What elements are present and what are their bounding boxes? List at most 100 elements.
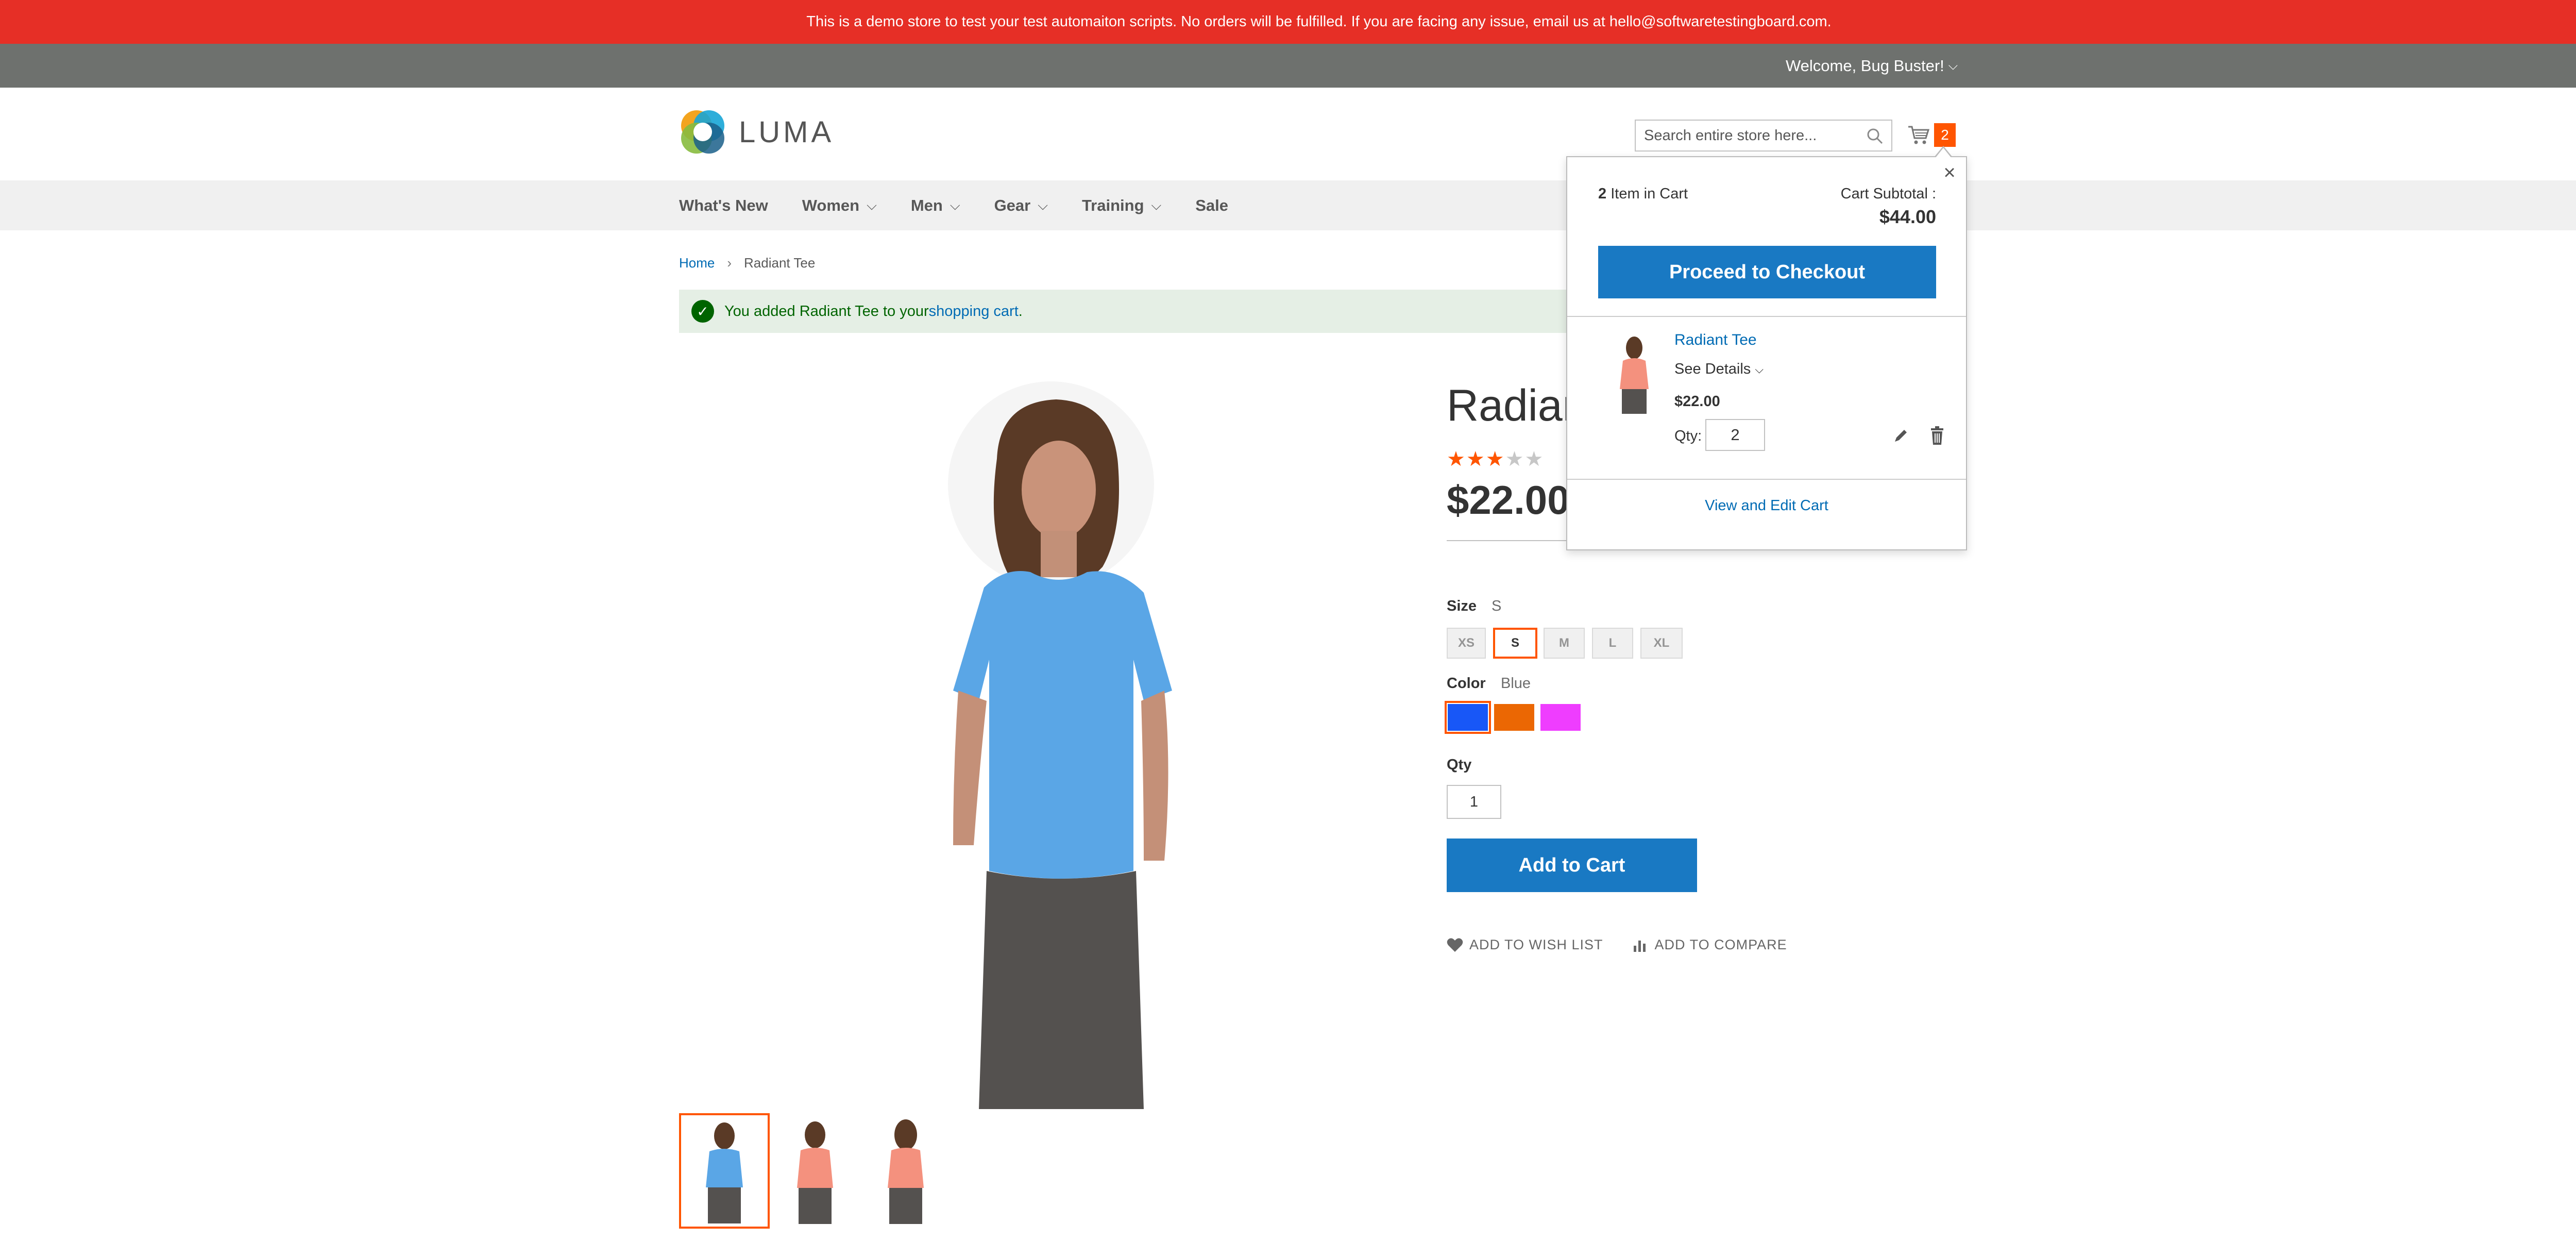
divider bbox=[1567, 479, 1966, 480]
star-empty-icon: ★ bbox=[1524, 448, 1544, 471]
see-details-toggle[interactable]: See Details ⌵ bbox=[1674, 361, 1764, 378]
size-option-label: XL bbox=[1653, 636, 1670, 650]
minicart-qty-value: 2 bbox=[1731, 426, 1740, 444]
compare-chart-icon bbox=[1633, 940, 1646, 952]
rating-stars: ★ ★ ★ ★ ★ bbox=[1447, 447, 1544, 471]
add-to-wishlist-label: ADD TO WISH LIST bbox=[1469, 937, 1603, 952]
nav-item-whats-new[interactable]: What's New bbox=[679, 196, 768, 215]
welcome-text: Welcome, Bug Buster! bbox=[1785, 56, 1944, 75]
cart-subtotal-amount: $44.00 bbox=[1879, 206, 1936, 227]
nav-item-label: Men bbox=[910, 196, 943, 214]
chevron-down-icon: ⌵ bbox=[1151, 197, 1162, 213]
thumbnail-orange-back[interactable] bbox=[860, 1113, 951, 1229]
shopping-cart-link[interactable]: shopping cart bbox=[929, 303, 1019, 320]
color-selected-value: Blue bbox=[1501, 675, 1531, 692]
chevron-down-icon: ⌵ bbox=[1038, 197, 1048, 213]
success-message-suffix: . bbox=[1018, 303, 1023, 320]
search-box bbox=[1635, 120, 1892, 152]
heart-icon bbox=[1447, 938, 1463, 952]
size-option-l[interactable]: L bbox=[1592, 628, 1633, 659]
minicart-qty-label: Qty: bbox=[1674, 428, 1702, 444]
chevron-down-icon: ⌵ bbox=[1948, 58, 1958, 73]
nav-item-women[interactable]: Women ⌵ bbox=[802, 196, 877, 215]
nav-item-men[interactable]: Men ⌵ bbox=[911, 196, 960, 215]
trash-icon[interactable] bbox=[1928, 425, 1946, 446]
breadcrumb: Home › Radiant Tee bbox=[679, 255, 815, 271]
thumbnail-blue[interactable] bbox=[679, 1113, 770, 1229]
star-empty-icon: ★ bbox=[1505, 448, 1524, 471]
search-icon[interactable] bbox=[1866, 127, 1884, 145]
minicart-item-image[interactable] bbox=[1614, 332, 1655, 415]
size-option-label: M bbox=[1559, 636, 1569, 650]
chevron-down-icon: ⌵ bbox=[867, 197, 877, 213]
thumbnail-orange[interactable] bbox=[770, 1113, 860, 1229]
nav-item-label: Women bbox=[802, 196, 860, 214]
proceed-to-checkout-button[interactable]: Proceed to Checkout bbox=[1598, 246, 1936, 298]
main-navigation: What's New Women ⌵ Men ⌵ Gear ⌵ Training ⌵ S… bbox=[0, 180, 2576, 230]
proceed-to-checkout-label: Proceed to Checkout bbox=[1669, 261, 1866, 283]
store-logo[interactable]: LUMA bbox=[679, 108, 834, 156]
minicart-count-number: 2 bbox=[1598, 186, 1607, 202]
demo-notice-banner: This is a demo store to test your test a… bbox=[0, 0, 2576, 44]
success-message-text: You added Radiant Tee to your bbox=[724, 303, 929, 320]
size-option-m[interactable]: M bbox=[1544, 628, 1585, 659]
star-filled-icon: ★ bbox=[1447, 448, 1465, 471]
size-option-xl[interactable]: XL bbox=[1640, 628, 1683, 659]
chevron-down-icon: ⌵ bbox=[950, 197, 960, 213]
product-thumbnails bbox=[679, 1113, 951, 1229]
search-input[interactable] bbox=[1644, 127, 1850, 144]
view-and-edit-cart-label: View and Edit Cart bbox=[1705, 497, 1828, 514]
minicart-dropdown: × 2 Item in Cart Cart Subtotal : $44.00 … bbox=[1566, 146, 1967, 550]
product-price: $22.00 bbox=[1447, 477, 1570, 523]
color-label: Color bbox=[1447, 675, 1486, 692]
nav-item-sale[interactable]: Sale bbox=[1195, 196, 1228, 215]
demo-notice-text: This is a demo store to test your test a… bbox=[806, 13, 1832, 30]
color-option-blue[interactable] bbox=[1445, 701, 1491, 734]
product-social-links: ADD TO WISH LIST ADD TO COMPARE bbox=[1447, 937, 1816, 953]
dropdown-arrow-inner bbox=[1935, 148, 1952, 158]
checkmark-icon: ✓ bbox=[691, 300, 714, 323]
nav-item-label: Sale bbox=[1195, 196, 1229, 214]
thumbnail-image bbox=[888, 1119, 924, 1224]
chevron-down-icon: ⌵ bbox=[1755, 362, 1764, 376]
success-message: ✓ You added Radiant Tee to your shopping… bbox=[679, 290, 1606, 333]
cart-subtotal-label: Cart Subtotal : bbox=[1840, 186, 1936, 202]
minicart-qty-input[interactable]: 2 bbox=[1705, 419, 1765, 451]
minicart-count-label: Item in Cart bbox=[1611, 186, 1688, 202]
luma-logo-icon bbox=[681, 110, 724, 154]
add-to-cart-label: Add to Cart bbox=[1518, 854, 1625, 876]
star-filled-icon: ★ bbox=[1485, 448, 1504, 471]
customer-menu-toggle[interactable]: Welcome, Bug Buster! ⌵ bbox=[1786, 44, 1958, 88]
cart-icon bbox=[1908, 126, 1930, 144]
size-label: Size bbox=[1447, 598, 1477, 614]
size-option-label: XS bbox=[1458, 636, 1475, 650]
product-main-image[interactable] bbox=[876, 381, 1247, 1109]
color-option-purple[interactable] bbox=[1540, 704, 1581, 731]
size-option-label: L bbox=[1608, 636, 1617, 650]
close-icon[interactable]: × bbox=[1939, 162, 1960, 183]
qty-input[interactable]: 1 bbox=[1447, 785, 1501, 819]
add-to-compare-link[interactable]: ADD TO COMPARE bbox=[1632, 937, 1787, 953]
add-to-compare-label: ADD TO COMPARE bbox=[1654, 937, 1787, 952]
breadcrumb-home-link[interactable]: Home bbox=[679, 255, 715, 271]
thumbnail-image bbox=[706, 1122, 743, 1223]
minicart-item-price: $22.00 bbox=[1674, 393, 1720, 410]
add-to-wishlist-link[interactable]: ADD TO WISH LIST bbox=[1447, 937, 1603, 953]
size-option-s[interactable]: S bbox=[1493, 628, 1537, 659]
divider bbox=[1567, 316, 1966, 317]
view-and-edit-cart-link[interactable]: View and Edit Cart bbox=[1567, 497, 1966, 514]
nav-item-training[interactable]: Training ⌵ bbox=[1082, 196, 1161, 215]
edit-pencil-icon[interactable] bbox=[1892, 426, 1910, 445]
nav-item-gear[interactable]: Gear ⌵ bbox=[994, 196, 1048, 215]
breadcrumb-current: Radiant Tee bbox=[744, 255, 816, 271]
size-option-label: S bbox=[1511, 636, 1519, 650]
size-option-xs[interactable]: XS bbox=[1447, 628, 1486, 659]
star-filled-icon: ★ bbox=[1466, 448, 1485, 471]
minicart-item-name-link[interactable]: Radiant Tee bbox=[1674, 331, 1757, 349]
minicart-item-count: 2 Item in Cart bbox=[1598, 186, 1688, 203]
nav-item-label: Gear bbox=[994, 196, 1031, 214]
add-to-cart-button[interactable]: Add to Cart bbox=[1447, 838, 1697, 892]
see-details-label: See Details bbox=[1674, 361, 1751, 377]
cart-counter-badge: 2 bbox=[1934, 123, 1956, 147]
color-option-orange[interactable] bbox=[1494, 704, 1534, 731]
